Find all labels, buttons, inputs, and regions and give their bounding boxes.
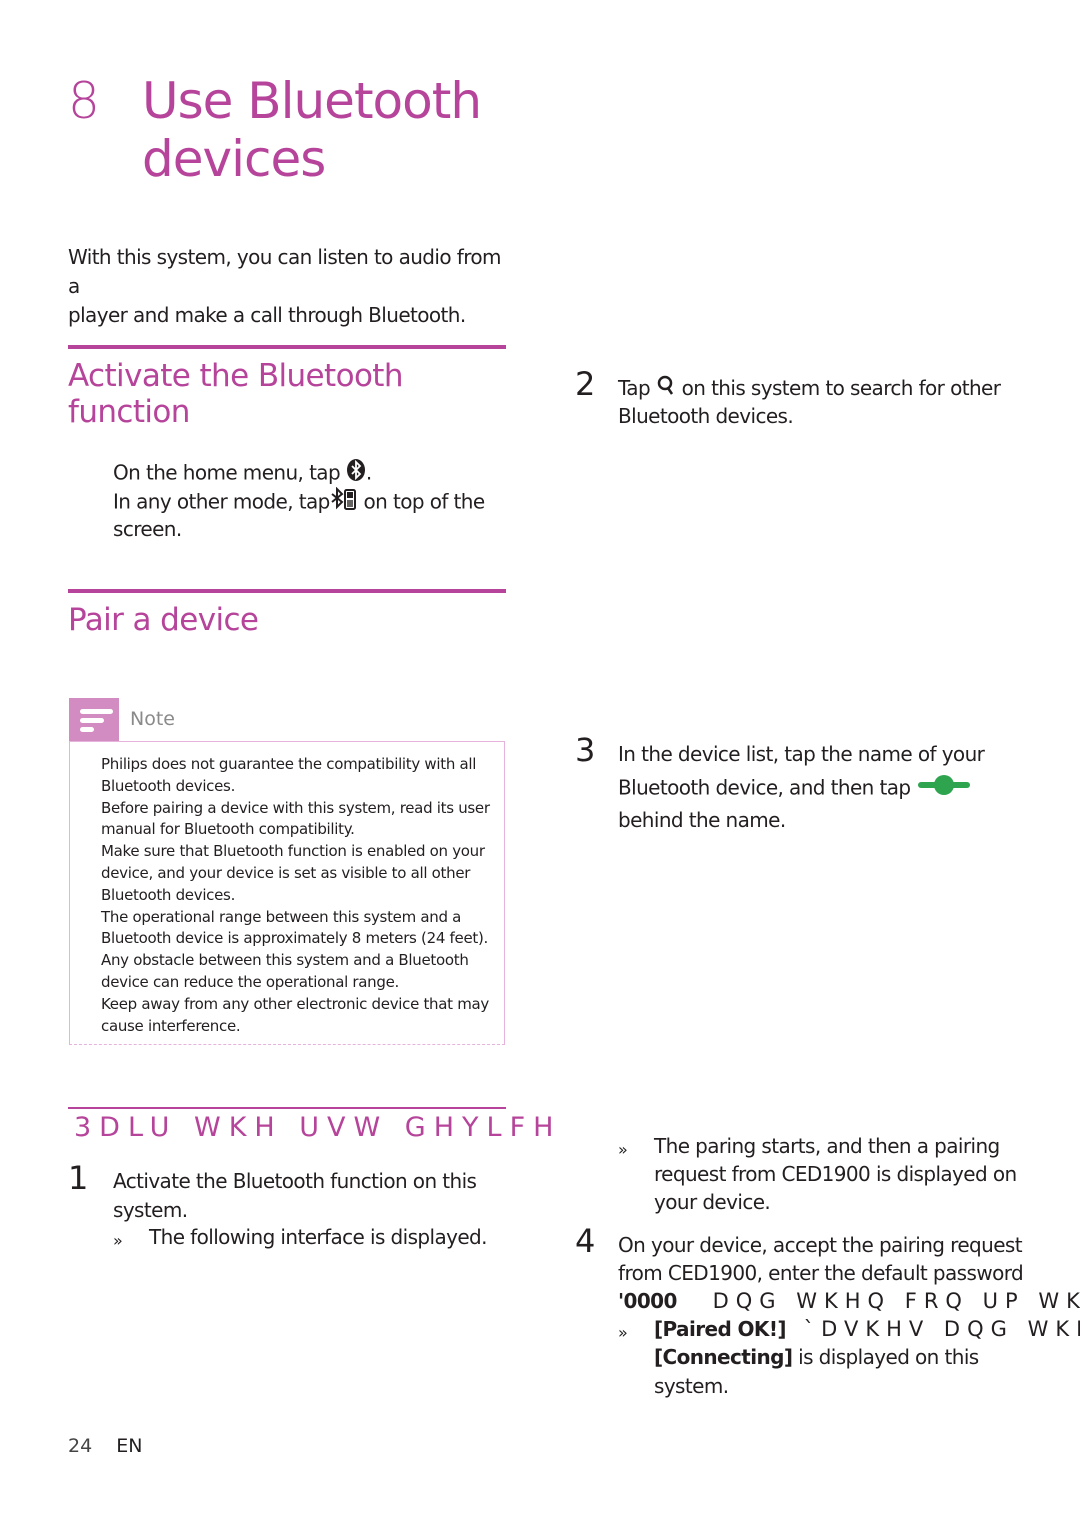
step-number: 1	[68, 1159, 89, 1197]
garbled-text: `DVKHV DQG WKH	[803, 1317, 1080, 1341]
section-divider	[68, 1107, 506, 1109]
note-line: Philips does not guarantee the compatibi…	[101, 755, 477, 773]
step1-line2: system.	[113, 1198, 188, 1222]
note-line: Keep away from any other electronic devi…	[101, 994, 489, 1013]
intro-line: player and make a call through Bluetooth…	[68, 303, 466, 327]
chapter-title-line1: Use Bluetooth	[142, 72, 482, 130]
step3-result-line: The paring starts, and then a pairing	[654, 1134, 1000, 1158]
step4-result-line3: system.	[654, 1374, 729, 1398]
step4-line1: On your device, accept the pairing reque…	[618, 1233, 1023, 1257]
note-line: device, and your device is set as visibl…	[101, 863, 471, 882]
note-line: Before pairing a device with this system…	[101, 798, 490, 817]
step2-line1: Tap on this system to search for other	[618, 374, 1001, 405]
section-divider	[68, 345, 506, 349]
chapter-number: 8	[68, 72, 100, 130]
step1-line1: Activate the Bluetooth function on this	[113, 1169, 477, 1193]
step-number: 2	[575, 365, 596, 403]
connecting-label: [Connecting]	[654, 1345, 793, 1369]
note-line: device can reduce the operational range.	[101, 972, 400, 991]
note-icon	[69, 698, 119, 742]
activate-line3: screen.	[113, 517, 182, 541]
heading-line: function	[68, 394, 190, 430]
note-text: Philips does not guarantee the compatibi…	[101, 754, 501, 1037]
step3-line3: behind the name.	[618, 808, 786, 832]
step4-line2: from CED1900, enter the default password	[618, 1261, 1024, 1285]
note-line: cause interference.	[101, 1016, 241, 1035]
result-bullet: »	[618, 1323, 628, 1342]
note-label: Note	[130, 708, 175, 730]
first-device-heading: 3DLU WKH UVW GHYLFH	[74, 1112, 562, 1143]
step3-line2: Bluetooth device, and then tap	[618, 773, 972, 805]
step-number: 3	[575, 731, 596, 769]
note-line: Bluetooth devices.	[101, 776, 236, 795]
note-line: Any obstacle between this system and a B…	[101, 951, 469, 970]
step2-line2: Bluetooth devices.	[618, 404, 794, 428]
step4-result-line2: [Connecting] is displayed on this	[654, 1343, 979, 1372]
intro-line: With this system, you can listen to audi…	[68, 245, 502, 298]
note-line: Bluetooth devices.	[101, 885, 236, 904]
page-footer: 24 EN	[68, 1435, 142, 1457]
paired-ok-label: [Paired OK!]	[654, 1317, 786, 1341]
connect-slider-icon	[916, 773, 972, 805]
page-number: 24	[68, 1435, 93, 1457]
step4-result-line1: [Paired OK!] `DVKHV DQG WKH	[654, 1315, 1080, 1344]
bluetooth-home-icon	[346, 458, 366, 490]
note-line: manual for Bluetooth compatibility.	[101, 820, 355, 839]
note-line: The operational range between this syste…	[101, 907, 462, 926]
language-code: EN	[116, 1435, 143, 1457]
step4-line3: '0000 DQG WKHQ FRQ UP WKH	[618, 1287, 1080, 1316]
activate-heading: Activate the Bluetooth function	[68, 358, 404, 430]
pair-heading: Pair a device	[68, 602, 259, 638]
step-number: 4	[575, 1222, 596, 1260]
note-line: Bluetooth device is approximately 8 mete…	[101, 929, 488, 948]
text: on top of the	[363, 489, 486, 514]
result-bullet: »	[618, 1140, 628, 1159]
garbled-text: DQG WKHQ FRQ UP WKH	[712, 1289, 1080, 1313]
activate-line1: On the home menu, tap .	[113, 458, 372, 490]
text: is displayed on this	[798, 1345, 979, 1369]
bluetooth-phone-icon	[330, 486, 358, 519]
text: Tap	[618, 376, 651, 400]
result-bullet: »	[113, 1231, 123, 1250]
heading-line: Activate the Bluetooth	[68, 358, 404, 394]
step3-result-line: request from CED1900 is displayed on	[654, 1162, 1017, 1186]
search-icon	[656, 375, 676, 405]
section-divider	[68, 589, 506, 593]
text: In any other mode, tap	[113, 489, 330, 514]
text: On the home menu, tap	[113, 460, 341, 485]
chapter-title-line2: devices	[142, 130, 326, 188]
step3-result-line: your device.	[654, 1190, 771, 1214]
note-line: Make sure that Bluetooth function is ena…	[101, 842, 485, 861]
step3-line1: In the device list, tap the name of your	[618, 742, 985, 766]
text: on this system to search for other	[681, 376, 1001, 400]
text: Bluetooth device, and then tap	[618, 775, 911, 800]
intro-paragraph: With this system, you can listen to audi…	[68, 243, 513, 330]
default-password: '0000	[618, 1289, 677, 1313]
text: .	[365, 460, 372, 485]
chapter-title: Use Bluetooth devices	[142, 72, 482, 188]
step1-result: The following interface is displayed.	[149, 1225, 487, 1249]
